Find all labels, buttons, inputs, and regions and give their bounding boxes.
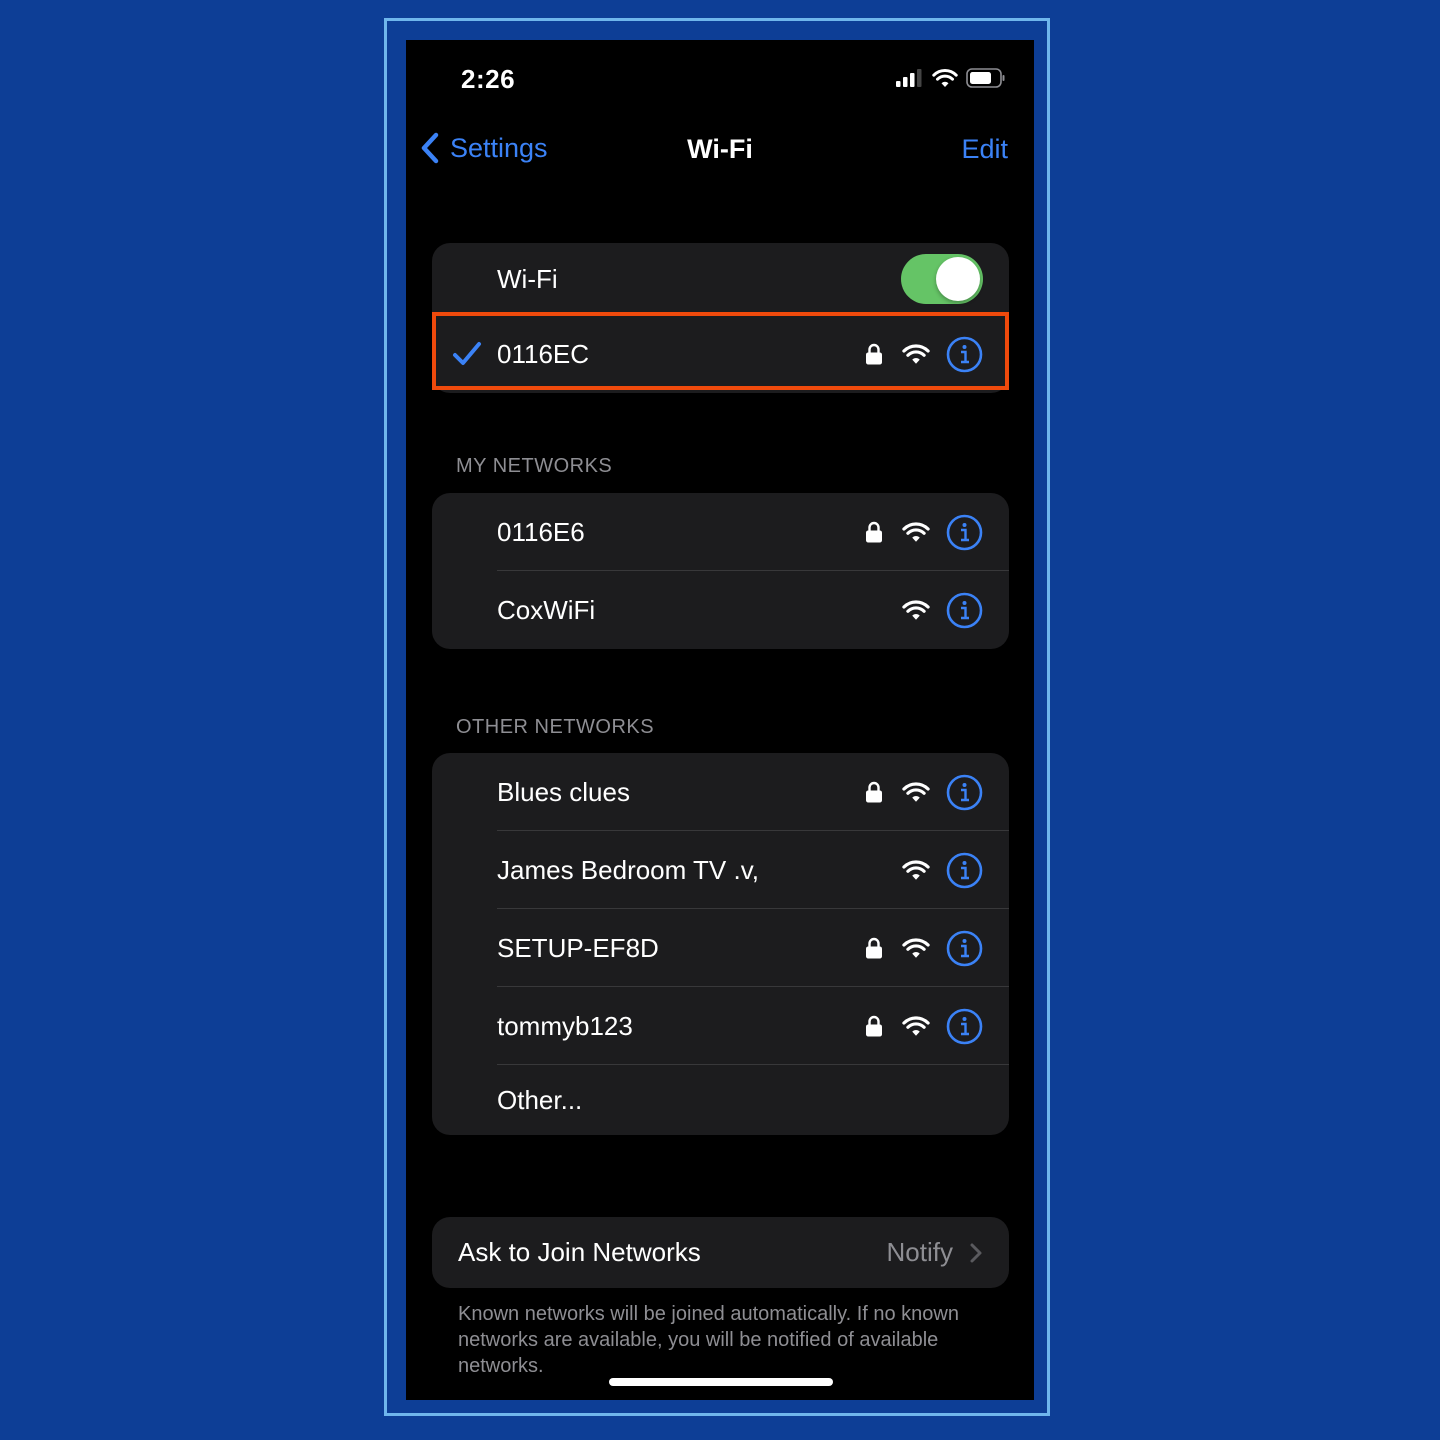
info-icon[interactable] [946,336,983,373]
other-networks-group: Blues clues James Bedroom TV .v, SETUP-E… [432,753,1009,1135]
wifi-signal-icon [902,782,930,802]
wifi-signal-icon [902,1016,930,1036]
network-name: James Bedroom TV .v, [497,854,760,885]
wifi-signal-icon [902,938,930,958]
other-networks-header: OTHER NETWORKS [456,716,655,738]
network-name: Blues clues [497,776,630,807]
wifi-signal-icon [902,600,930,620]
status-icons [896,68,1006,88]
network-name: tommyb123 [497,1010,633,1041]
ask-to-join-row[interactable]: Ask to Join Networks Notify [432,1217,1009,1288]
lock-icon [866,1015,882,1037]
wifi-signal-icon [902,860,930,880]
network-row[interactable]: CoxWiFi [432,571,1009,649]
info-icon[interactable] [946,774,983,811]
wifi-status-icon [932,69,958,87]
info-icon[interactable] [946,930,983,967]
network-row[interactable]: Blues clues [432,753,1009,831]
my-networks-header: MY NETWORKS [456,455,613,477]
page-title: Wi-Fi [687,134,753,164]
chevron-right-icon [970,1243,982,1262]
battery-icon [966,68,1005,88]
my-networks-group: 0116E6 CoxWiFi [432,493,1009,649]
wifi-group: Wi-Fi 0116EC [432,243,1009,393]
lock-icon [866,781,882,803]
network-name: CoxWiFi [497,594,596,625]
network-name: SETUP-EF8D [497,932,659,963]
lock-icon [866,521,882,543]
edit-button[interactable]: Edit [961,134,1008,165]
network-row[interactable]: 0116E6 [432,493,1009,571]
ask-to-join-footer: Known networks will be joined automatica… [458,1303,959,1377]
info-icon[interactable] [946,852,983,889]
wifi-toggle-switch[interactable] [901,254,983,304]
ask-to-join-value: Notify [886,1237,953,1267]
cellular-signal-icon [896,69,922,87]
network-row[interactable]: SETUP-EF8D [432,909,1009,987]
lock-icon [866,937,882,959]
toggle-knob [936,257,980,301]
wifi-toggle-label: Wi-Fi [497,263,558,294]
network-name: 0116EC [497,338,590,369]
connected-network-row[interactable]: 0116EC [432,315,1009,393]
info-icon[interactable] [946,1008,983,1045]
checkmark-icon [453,342,481,365]
status-time: 2:26 [461,64,516,94]
phone-screen: 2:26 Settings Wi-Fi Edit Wi-Fi 0116EC MY… [406,40,1034,1400]
wifi-signal-icon [902,344,930,364]
info-icon[interactable] [946,592,983,629]
ask-to-join-group: Ask to Join Networks Notify [432,1217,1009,1288]
network-row[interactable]: James Bedroom TV .v, [432,831,1009,909]
home-indicator[interactable] [609,1378,833,1386]
network-row[interactable]: tommyb123 [432,987,1009,1065]
wifi-toggle-row: Wi-Fi [432,243,1009,315]
info-icon[interactable] [946,514,983,551]
lock-icon [866,343,882,365]
wifi-signal-icon [902,522,930,542]
network-name: 0116E6 [497,516,585,547]
other-network-row[interactable]: Other... [432,1065,1009,1135]
ask-to-join-label: Ask to Join Networks [458,1237,701,1267]
other-network-label: Other... [497,1084,583,1115]
